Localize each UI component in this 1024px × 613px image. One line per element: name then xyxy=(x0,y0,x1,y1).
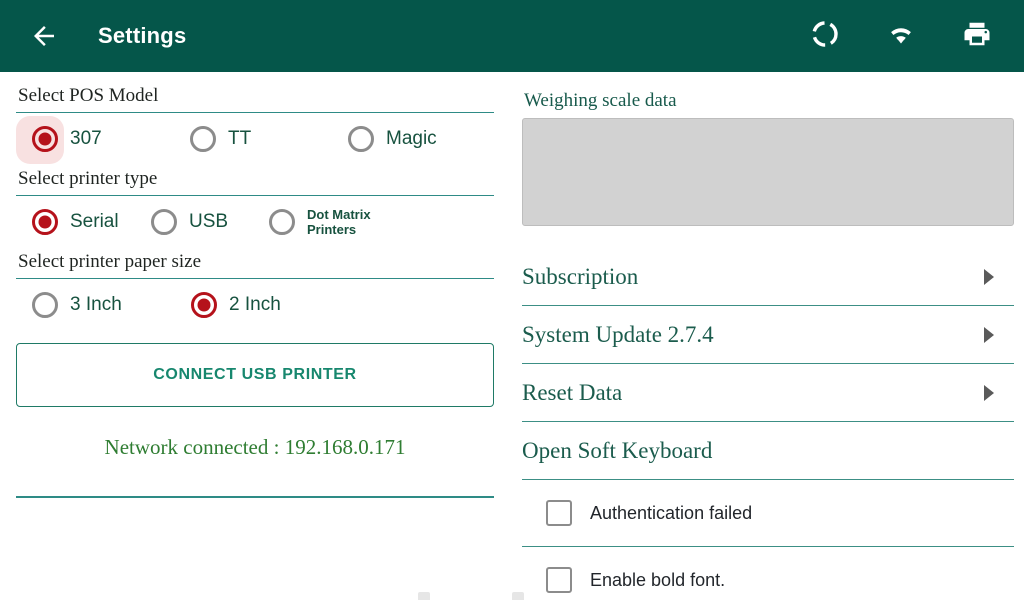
radio-label: Serial xyxy=(70,211,119,233)
sync-circle-icon xyxy=(809,18,841,55)
radio-indicator xyxy=(32,292,58,318)
pos-model-radio-group: 307 TT Magic xyxy=(16,113,494,165)
radio-indicator xyxy=(190,126,216,152)
printer-type-radio-group: Serial USB Dot Matrix Printers xyxy=(16,196,494,248)
list-item-reset-data[interactable]: Reset Data xyxy=(522,364,1014,421)
list-item-label: Reset Data xyxy=(522,380,978,406)
chevron-right-icon xyxy=(978,382,1000,404)
radio-paper-2inch[interactable]: 2 Inch xyxy=(191,279,281,331)
connect-usb-printer-button[interactable]: CONNECT USB PRINTER xyxy=(16,343,494,407)
radio-indicator xyxy=(151,209,177,235)
divider xyxy=(16,496,494,498)
list-item-subscription[interactable]: Subscription xyxy=(522,248,1014,305)
checkbox-indicator xyxy=(546,500,572,526)
right-panel: Weighing scale data Subscription System … xyxy=(512,72,1024,600)
wifi-button[interactable] xyxy=(882,17,920,55)
radio-label: Magic xyxy=(386,128,437,150)
radio-label: USB xyxy=(189,211,228,233)
radio-pos-magic[interactable]: Magic xyxy=(348,113,437,165)
radio-label: 3 Inch xyxy=(70,294,122,316)
list-item-label: Subscription xyxy=(522,264,978,290)
back-arrow-icon xyxy=(29,21,59,51)
left-panel: Select POS Model 307 TT Magic Select pri… xyxy=(0,72,512,600)
radio-pos-307[interactable]: 307 xyxy=(32,113,102,165)
nav-hint-mark xyxy=(512,592,524,600)
printer-type-label: Select printer type xyxy=(16,165,494,195)
radio-indicator xyxy=(32,126,58,152)
printer-button[interactable] xyxy=(958,17,996,55)
radio-printer-dot-matrix[interactable]: Dot Matrix Printers xyxy=(269,196,371,248)
checkbox-label: Enable bold font. xyxy=(590,570,725,591)
list-item-open-soft-keyboard[interactable]: Open Soft Keyboard xyxy=(522,422,1014,479)
system-nav-hint xyxy=(0,590,1024,600)
back-button[interactable] xyxy=(16,8,72,64)
pos-model-label: Select POS Model xyxy=(16,82,494,112)
spacer xyxy=(522,226,1014,248)
paper-size-label: Select printer paper size xyxy=(16,248,494,278)
checkbox-label: Authentication failed xyxy=(590,503,752,524)
weighing-scale-label: Weighing scale data xyxy=(522,84,1014,118)
network-status-text: Network connected : 192.168.0.171 xyxy=(16,407,494,496)
appbar-actions xyxy=(806,17,996,55)
settings-content: Select POS Model 307 TT Magic Select pri… xyxy=(0,72,1024,600)
weighing-scale-display xyxy=(522,118,1014,226)
radio-indicator xyxy=(32,209,58,235)
radio-indicator xyxy=(191,292,217,318)
list-item-system-update[interactable]: System Update 2.7.4 xyxy=(522,306,1014,363)
checkbox-row-enable-bold-font[interactable]: Enable bold font. xyxy=(522,547,1014,613)
nav-hint-mark xyxy=(418,592,430,600)
list-item-label: Open Soft Keyboard xyxy=(522,438,1014,464)
radio-printer-serial[interactable]: Serial xyxy=(32,196,119,248)
checkbox-row-authentication-failed[interactable]: Authentication failed xyxy=(522,480,1014,546)
radio-indicator xyxy=(269,209,295,235)
radio-label: 2 Inch xyxy=(229,294,281,316)
radio-indicator xyxy=(348,126,374,152)
page-title: Settings xyxy=(98,23,186,49)
chevron-right-icon xyxy=(978,324,1000,346)
chevron-right-icon xyxy=(978,266,1000,288)
radio-paper-3inch[interactable]: 3 Inch xyxy=(32,279,122,331)
radio-pos-tt[interactable]: TT xyxy=(190,113,251,165)
radio-printer-usb[interactable]: USB xyxy=(151,196,228,248)
list-item-label: System Update 2.7.4 xyxy=(522,322,978,348)
sync-button[interactable] xyxy=(806,17,844,55)
radio-label: 307 xyxy=(70,128,102,150)
wifi-icon xyxy=(885,21,917,52)
radio-label: TT xyxy=(228,128,251,150)
paper-size-radio-group: 3 Inch 2 Inch xyxy=(16,279,494,331)
app-bar: Settings xyxy=(0,0,1024,72)
printer-icon xyxy=(962,19,992,54)
radio-label: Dot Matrix Printers xyxy=(307,207,371,237)
